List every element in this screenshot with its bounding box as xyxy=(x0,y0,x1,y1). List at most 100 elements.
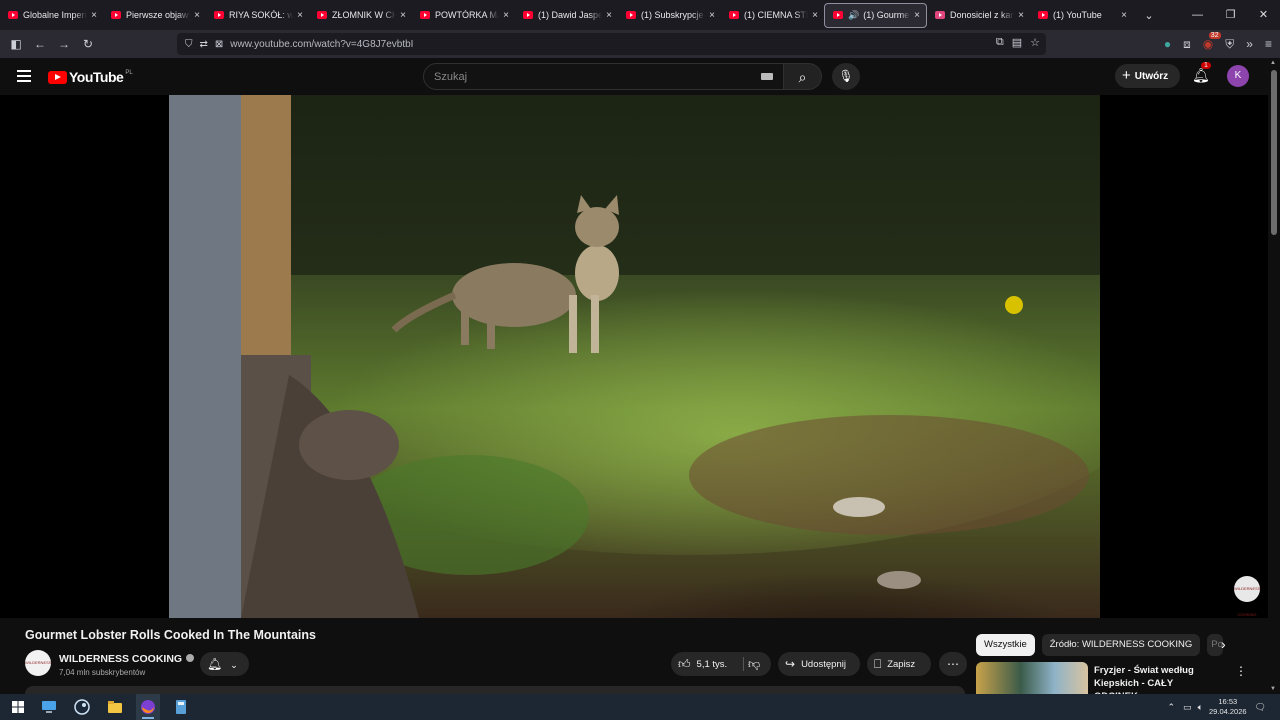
close-tab-icon[interactable]: × xyxy=(1018,10,1024,21)
video-frame[interactable] xyxy=(169,95,1100,618)
browser-tab[interactable]: (1) CIEMNA STRON × xyxy=(721,0,824,30)
channel-avatar[interactable]: WILDERNESS COOKING xyxy=(25,650,51,691)
more-actions-button[interactable]: ⋯ xyxy=(939,652,967,676)
hamburger-menu-icon[interactable]: ≡ xyxy=(1265,37,1272,51)
close-tab-icon[interactable]: × xyxy=(812,10,818,21)
scroll-up-icon[interactable]: ▲ xyxy=(1270,60,1276,66)
browser-tab-active[interactable]: 🔊 (1) Gourmet L× xyxy=(824,2,927,28)
youtube-favicon-icon xyxy=(1038,11,1048,19)
windows-start-icon[interactable] xyxy=(9,698,27,716)
close-tab-icon[interactable]: × xyxy=(503,10,509,21)
shield-icon[interactable]: ⛉ xyxy=(185,39,193,50)
more-vertical-icon[interactable]: ⋮ xyxy=(1235,664,1247,678)
microphone-icon: 🎙 xyxy=(838,69,854,83)
close-tab-icon[interactable]: × xyxy=(297,10,303,21)
youtube-logo[interactable]: YouTube PL xyxy=(48,69,133,85)
picture-in-picture-icon[interactable]: ⧉ xyxy=(996,36,1004,49)
account-avatar[interactable]: K xyxy=(1227,65,1249,87)
browser-navbar: ◧ ← → ↻ ⛉ ⇄ ⊠ www.youtube.com/watch?v=4G… xyxy=(0,30,1280,58)
close-tab-icon[interactable]: × xyxy=(400,10,406,21)
keyboard-icon[interactable] xyxy=(761,73,773,80)
browser-tab[interactable]: (1) Subskrypcje - Y × xyxy=(618,0,721,30)
computer-icon[interactable] xyxy=(40,698,58,716)
chip-all[interactable]: Wszystkie xyxy=(976,634,1035,656)
browser-tab[interactable]: POWTÓRKA MATU × xyxy=(412,0,515,30)
scroll-down-icon[interactable]: ▼ xyxy=(1270,686,1276,692)
privacy-extension-icon[interactable]: ⛨ xyxy=(1225,37,1234,52)
channel-name[interactable]: WILDERNESS COOKING xyxy=(59,653,182,665)
sidebar-toggle-icon[interactable]: ◧ xyxy=(4,37,28,51)
search-input[interactable]: Szukaj xyxy=(423,63,784,90)
browser-tab[interactable]: Pierwsze objawy R × xyxy=(103,0,206,30)
permissions-icon[interactable]: ⇄ xyxy=(200,39,208,50)
create-button[interactable]: + Utwórz xyxy=(1115,64,1180,88)
forward-icon[interactable]: → xyxy=(52,37,76,51)
notification-center-icon[interactable]: 🗨︎ xyxy=(1255,702,1266,713)
network-icon[interactable]: ▭ xyxy=(1183,702,1192,713)
chevron-up-icon[interactable]: ⌃ xyxy=(1168,702,1176,713)
volume-icon[interactable]: 🔈︎ xyxy=(1198,702,1203,713)
search-button[interactable]: ⌕ xyxy=(784,63,822,90)
share-button[interactable]: ↪ Udostępnij xyxy=(778,652,860,676)
close-tab-icon[interactable]: × xyxy=(914,10,920,21)
logo-country-code: PL xyxy=(125,69,133,76)
browser-tab[interactable]: Donosiciel z kame × xyxy=(927,0,1030,30)
video-player[interactable]: WILDERNESS COOKING xyxy=(0,95,1268,618)
search-icon: ⌕ xyxy=(798,69,807,85)
channel-watermark[interactable]: WILDERNESS COOKING xyxy=(1234,576,1260,617)
camera-blocked-icon[interactable]: ⊠ xyxy=(215,39,223,50)
voice-search-button[interactable]: 🎙 xyxy=(832,63,860,90)
restore-icon[interactable]: ❐ xyxy=(1214,0,1247,30)
reader-view-icon[interactable]: ▤ xyxy=(1012,36,1022,49)
close-tab-icon[interactable]: × xyxy=(606,10,612,21)
close-tab-icon[interactable]: × xyxy=(194,10,200,21)
list-all-tabs-icon[interactable]: ⌄ xyxy=(1139,9,1159,22)
back-icon[interactable]: ← xyxy=(28,37,52,51)
calculator-icon[interactable] xyxy=(172,698,190,716)
overflow-menu-icon[interactable]: » xyxy=(1246,37,1253,51)
adblock-extension-icon[interactable]: ◉ 32 xyxy=(1203,32,1221,51)
like-count: 5,1 tys. xyxy=(696,659,728,670)
browser-tab[interactable]: RIYA SOKÓŁ: wyw× xyxy=(206,0,309,30)
chevron-right-icon[interactable]: › xyxy=(1221,636,1226,652)
speaker-icon[interactable]: 🔊 xyxy=(848,10,859,21)
youtube-favicon-icon xyxy=(111,11,121,19)
thumbs-down-icon: 👎︎ xyxy=(748,657,761,671)
browser-tab[interactable]: ZŁOMNIK W CHIN× xyxy=(309,0,412,30)
file-explorer-icon[interactable] xyxy=(106,698,124,716)
page-scrollbar[interactable]: ▲ ▼ xyxy=(1268,58,1280,694)
minimize-icon[interactable]: — xyxy=(1181,0,1214,30)
clock[interactable]: 16:53 29.04.2026 xyxy=(1209,697,1247,717)
browser-tab[interactable]: (1) Dawid Jasper V× xyxy=(515,0,618,30)
divider xyxy=(743,657,744,671)
notifications-button[interactable]: 🔔︎ 1 xyxy=(1192,62,1211,84)
description-box[interactable] xyxy=(25,686,965,694)
youtube-favicon-icon xyxy=(626,11,636,19)
extensions-icon[interactable]: ⧈ xyxy=(1183,37,1191,52)
url-text[interactable]: www.youtube.com/watch?v=4G8J7evbtbI xyxy=(230,39,413,50)
close-tab-icon[interactable]: × xyxy=(91,10,97,21)
window-controls: — ❐ ✕ xyxy=(1181,0,1280,30)
like-button[interactable]: 👍︎ 5,1 tys. xyxy=(678,657,728,671)
watch-metadata: Gourmet Lobster Rolls Cooked In The Moun… xyxy=(0,618,1268,702)
scrollbar-thumb[interactable] xyxy=(1271,70,1277,235)
steam-icon[interactable] xyxy=(73,698,91,716)
browser-tab[interactable]: Globalne Imperium × xyxy=(0,0,103,30)
browser-tab[interactable]: (1) YouTube × xyxy=(1030,0,1133,30)
reload-icon[interactable]: ↻ xyxy=(76,37,100,51)
close-tab-icon[interactable]: × xyxy=(1121,10,1127,21)
bookmark-star-icon[interactable]: ☆ xyxy=(1030,36,1040,49)
firefox-icon[interactable] xyxy=(139,698,157,716)
taskbar: ⌃ ▭ 🔈︎ 16:53 29.04.2026 🗨︎ xyxy=(0,694,1280,720)
recommendation-thumbnail[interactable] xyxy=(976,662,1088,694)
url-bar[interactable]: ⛉ ⇄ ⊠ www.youtube.com/watch?v=4G8J7evbtb… xyxy=(177,33,1046,55)
close-window-icon[interactable]: ✕ xyxy=(1247,0,1280,30)
save-button[interactable]: ⎕ Zapisz xyxy=(867,652,931,676)
youtube-favicon-icon xyxy=(833,11,843,19)
chip-channel-source[interactable]: Źródło: WILDERNESS COOKING xyxy=(1041,634,1201,656)
subscription-bell-button[interactable]: 🔔︎ ⌄ xyxy=(200,652,249,676)
guide-menu-icon[interactable] xyxy=(17,70,31,85)
vpn-extension-icon[interactable]: ● xyxy=(1164,37,1171,51)
close-tab-icon[interactable]: × xyxy=(709,10,715,21)
dislike-button[interactable]: 👎︎ xyxy=(748,652,760,676)
